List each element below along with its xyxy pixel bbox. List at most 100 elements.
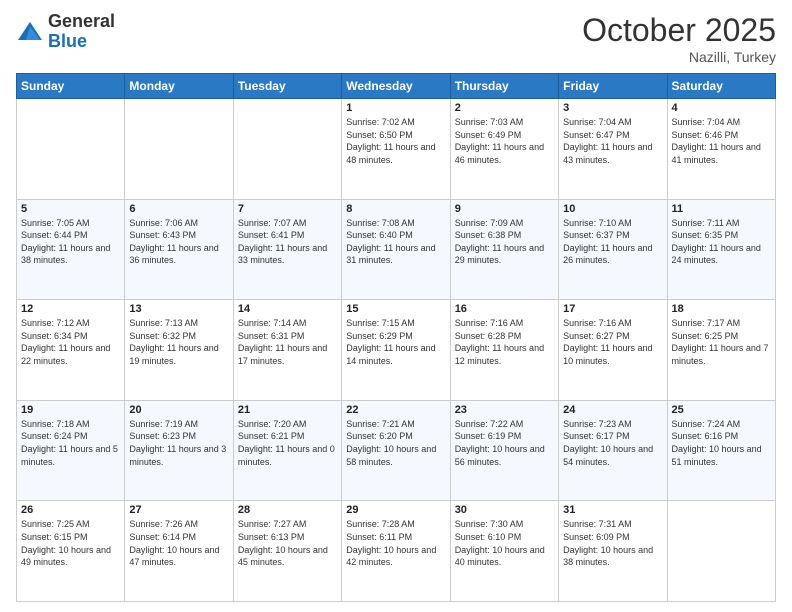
day-info: Sunrise: 7:04 AM Sunset: 6:47 PM Dayligh…	[563, 116, 662, 166]
day-number: 7	[238, 203, 337, 215]
calendar-cell: 27Sunrise: 7:26 AM Sunset: 6:14 PM Dayli…	[125, 501, 233, 602]
calendar-cell	[125, 99, 233, 200]
day-number: 15	[346, 303, 445, 315]
day-info: Sunrise: 7:26 AM Sunset: 6:14 PM Dayligh…	[129, 518, 228, 568]
day-info: Sunrise: 7:19 AM Sunset: 6:23 PM Dayligh…	[129, 418, 228, 468]
calendar-week-3: 12 Sunrise: 7:12 AM Sunset: 6:34 PM Dayli…	[17, 300, 776, 401]
calendar-cell: 31 Sunrise: 7:31 AM Sunset: 6:09 PM Dayli…	[559, 501, 667, 602]
day-number: 2	[455, 102, 554, 114]
day-number: 28	[238, 504, 337, 516]
calendar-cell: 17 Sunrise: 7:16 AM Sunset: 6:27 PM Dayli…	[559, 300, 667, 401]
day-info: Sunrise: 7:20 AM Sunset: 6:21 PM Dayligh…	[238, 418, 337, 468]
calendar-cell: 19 Sunrise: 7:18 AM Sunset: 6:24 PM Dayli…	[17, 400, 125, 501]
day-number: 6	[129, 203, 228, 215]
calendar-cell: 16 Sunrise: 7:16 AM Sunset: 6:28 PM Dayli…	[450, 300, 558, 401]
logo-text: General Blue	[48, 12, 115, 52]
calendar-cell: 2 Sunrise: 7:03 AM Sunset: 6:49 PM Daylig…	[450, 99, 558, 200]
day-info: Sunrise: 7:12 AM Sunset: 6:34 PM Dayligh…	[21, 317, 120, 367]
calendar-cell: 13Sunrise: 7:13 AM Sunset: 6:32 PM Dayli…	[125, 300, 233, 401]
day-number: 17	[563, 303, 662, 315]
calendar-cell: 14Sunrise: 7:14 AM Sunset: 6:31 PM Dayli…	[233, 300, 341, 401]
calendar-cell	[17, 99, 125, 200]
calendar-cell: 5Sunrise: 7:05 AM Sunset: 6:44 PM Daylig…	[17, 199, 125, 300]
day-header-tuesday: Tuesday	[233, 74, 341, 99]
calendar-cell: 15 Sunrise: 7:15 AM Sunset: 6:29 PM Dayli…	[342, 300, 450, 401]
calendar-cell: 8 Sunrise: 7:08 AM Sunset: 6:40 PM Daylig…	[342, 199, 450, 300]
day-info: Sunrise: 7:02 AM Sunset: 6:50 PM Dayligh…	[346, 116, 445, 166]
calendar-cell: 23 Sunrise: 7:22 AM Sunset: 6:19 PM Dayli…	[450, 400, 558, 501]
calendar-cell	[667, 501, 775, 602]
day-number: 3	[563, 102, 662, 114]
day-info: Sunrise: 7:15 AM Sunset: 6:29 PM Dayligh…	[346, 317, 445, 367]
day-info: Sunrise: 7:03 AM Sunset: 6:49 PM Dayligh…	[455, 116, 554, 166]
day-number: 25	[672, 404, 771, 416]
day-number: 16	[455, 303, 554, 315]
day-info: Sunrise: 7:11 AM Sunset: 6:35 PM Dayligh…	[672, 217, 771, 267]
calendar-cell: 21 Sunrise: 7:20 AM Sunset: 6:21 PM Dayli…	[233, 400, 341, 501]
day-info: Sunrise: 7:14 AM Sunset: 6:31 PM Dayligh…	[238, 317, 337, 367]
day-info: Sunrise: 7:09 AM Sunset: 6:38 PM Dayligh…	[455, 217, 554, 267]
location: Nazilli, Turkey	[582, 49, 776, 65]
calendar-week-2: 5Sunrise: 7:05 AM Sunset: 6:44 PM Daylig…	[17, 199, 776, 300]
day-header-sunday: Sunday	[17, 74, 125, 99]
day-info: Sunrise: 7:06 AM Sunset: 6:43 PM Dayligh…	[129, 217, 228, 267]
calendar-cell: 6 Sunrise: 7:06 AM Sunset: 6:43 PM Daylig…	[125, 199, 233, 300]
day-number: 31	[563, 504, 662, 516]
day-number: 22	[346, 404, 445, 416]
day-number: 9	[455, 203, 554, 215]
calendar-cell: 25 Sunrise: 7:24 AM Sunset: 6:16 PM Dayli…	[667, 400, 775, 501]
day-header-thursday: Thursday	[450, 74, 558, 99]
day-number: 29	[346, 504, 445, 516]
day-number: 24	[563, 404, 662, 416]
day-number: 5	[21, 203, 120, 215]
calendar-cell: 18 Sunrise: 7:17 AM Sunset: 6:25 PM Dayli…	[667, 300, 775, 401]
day-info: Sunrise: 7:21 AM Sunset: 6:20 PM Dayligh…	[346, 418, 445, 468]
calendar-cell: 26Sunrise: 7:25 AM Sunset: 6:15 PM Dayli…	[17, 501, 125, 602]
day-info: Sunrise: 7:30 AM Sunset: 6:10 PM Dayligh…	[455, 518, 554, 568]
day-header-monday: Monday	[125, 74, 233, 99]
day-info: Sunrise: 7:25 AM Sunset: 6:15 PM Dayligh…	[21, 518, 120, 568]
logo-general: General	[48, 12, 115, 32]
day-number: 10	[563, 203, 662, 215]
calendar-cell	[233, 99, 341, 200]
page: General Blue October 2025 Nazilli, Turke…	[0, 0, 792, 612]
day-info: Sunrise: 7:16 AM Sunset: 6:27 PM Dayligh…	[563, 317, 662, 367]
day-info: Sunrise: 7:27 AM Sunset: 6:13 PM Dayligh…	[238, 518, 337, 568]
calendar-cell: 9 Sunrise: 7:09 AM Sunset: 6:38 PM Daylig…	[450, 199, 558, 300]
day-number: 20	[129, 404, 228, 416]
logo-blue: Blue	[48, 32, 115, 52]
calendar-week-5: 26Sunrise: 7:25 AM Sunset: 6:15 PM Dayli…	[17, 501, 776, 602]
calendar-cell: 22 Sunrise: 7:21 AM Sunset: 6:20 PM Dayli…	[342, 400, 450, 501]
day-info: Sunrise: 7:13 AM Sunset: 6:32 PM Dayligh…	[129, 317, 228, 367]
day-number: 21	[238, 404, 337, 416]
day-info: Sunrise: 7:31 AM Sunset: 6:09 PM Dayligh…	[563, 518, 662, 568]
calendar-cell: 4 Sunrise: 7:04 AM Sunset: 6:46 PM Daylig…	[667, 99, 775, 200]
day-info: Sunrise: 7:17 AM Sunset: 6:25 PM Dayligh…	[672, 317, 771, 367]
day-number: 18	[672, 303, 771, 315]
day-info: Sunrise: 7:04 AM Sunset: 6:46 PM Dayligh…	[672, 116, 771, 166]
day-number: 4	[672, 102, 771, 114]
day-number: 23	[455, 404, 554, 416]
day-info: Sunrise: 7:16 AM Sunset: 6:28 PM Dayligh…	[455, 317, 554, 367]
day-number: 12	[21, 303, 120, 315]
day-info: Sunrise: 7:23 AM Sunset: 6:17 PM Dayligh…	[563, 418, 662, 468]
calendar-cell: 28 Sunrise: 7:27 AM Sunset: 6:13 PM Dayli…	[233, 501, 341, 602]
day-number: 8	[346, 203, 445, 215]
calendar-cell: 30Sunrise: 7:30 AM Sunset: 6:10 PM Dayli…	[450, 501, 558, 602]
day-info: Sunrise: 7:08 AM Sunset: 6:40 PM Dayligh…	[346, 217, 445, 267]
day-info: Sunrise: 7:28 AM Sunset: 6:11 PM Dayligh…	[346, 518, 445, 568]
day-info: Sunrise: 7:10 AM Sunset: 6:37 PM Dayligh…	[563, 217, 662, 267]
calendar-cell: 3 Sunrise: 7:04 AM Sunset: 6:47 PM Daylig…	[559, 99, 667, 200]
calendar-header-row: SundayMondayTuesdayWednesdayThursdayFrid…	[17, 74, 776, 99]
day-info: Sunrise: 7:24 AM Sunset: 6:16 PM Dayligh…	[672, 418, 771, 468]
day-info: Sunrise: 7:07 AM Sunset: 6:41 PM Dayligh…	[238, 217, 337, 267]
calendar-cell: 11Sunrise: 7:11 AM Sunset: 6:35 PM Dayli…	[667, 199, 775, 300]
day-number: 19	[21, 404, 120, 416]
day-info: Sunrise: 7:18 AM Sunset: 6:24 PM Dayligh…	[21, 418, 120, 468]
day-info: Sunrise: 7:22 AM Sunset: 6:19 PM Dayligh…	[455, 418, 554, 468]
header: General Blue October 2025 Nazilli, Turke…	[16, 12, 776, 65]
calendar-cell: 20 Sunrise: 7:19 AM Sunset: 6:23 PM Dayli…	[125, 400, 233, 501]
day-header-wednesday: Wednesday	[342, 74, 450, 99]
day-header-friday: Friday	[559, 74, 667, 99]
month-year: October 2025	[582, 12, 776, 49]
